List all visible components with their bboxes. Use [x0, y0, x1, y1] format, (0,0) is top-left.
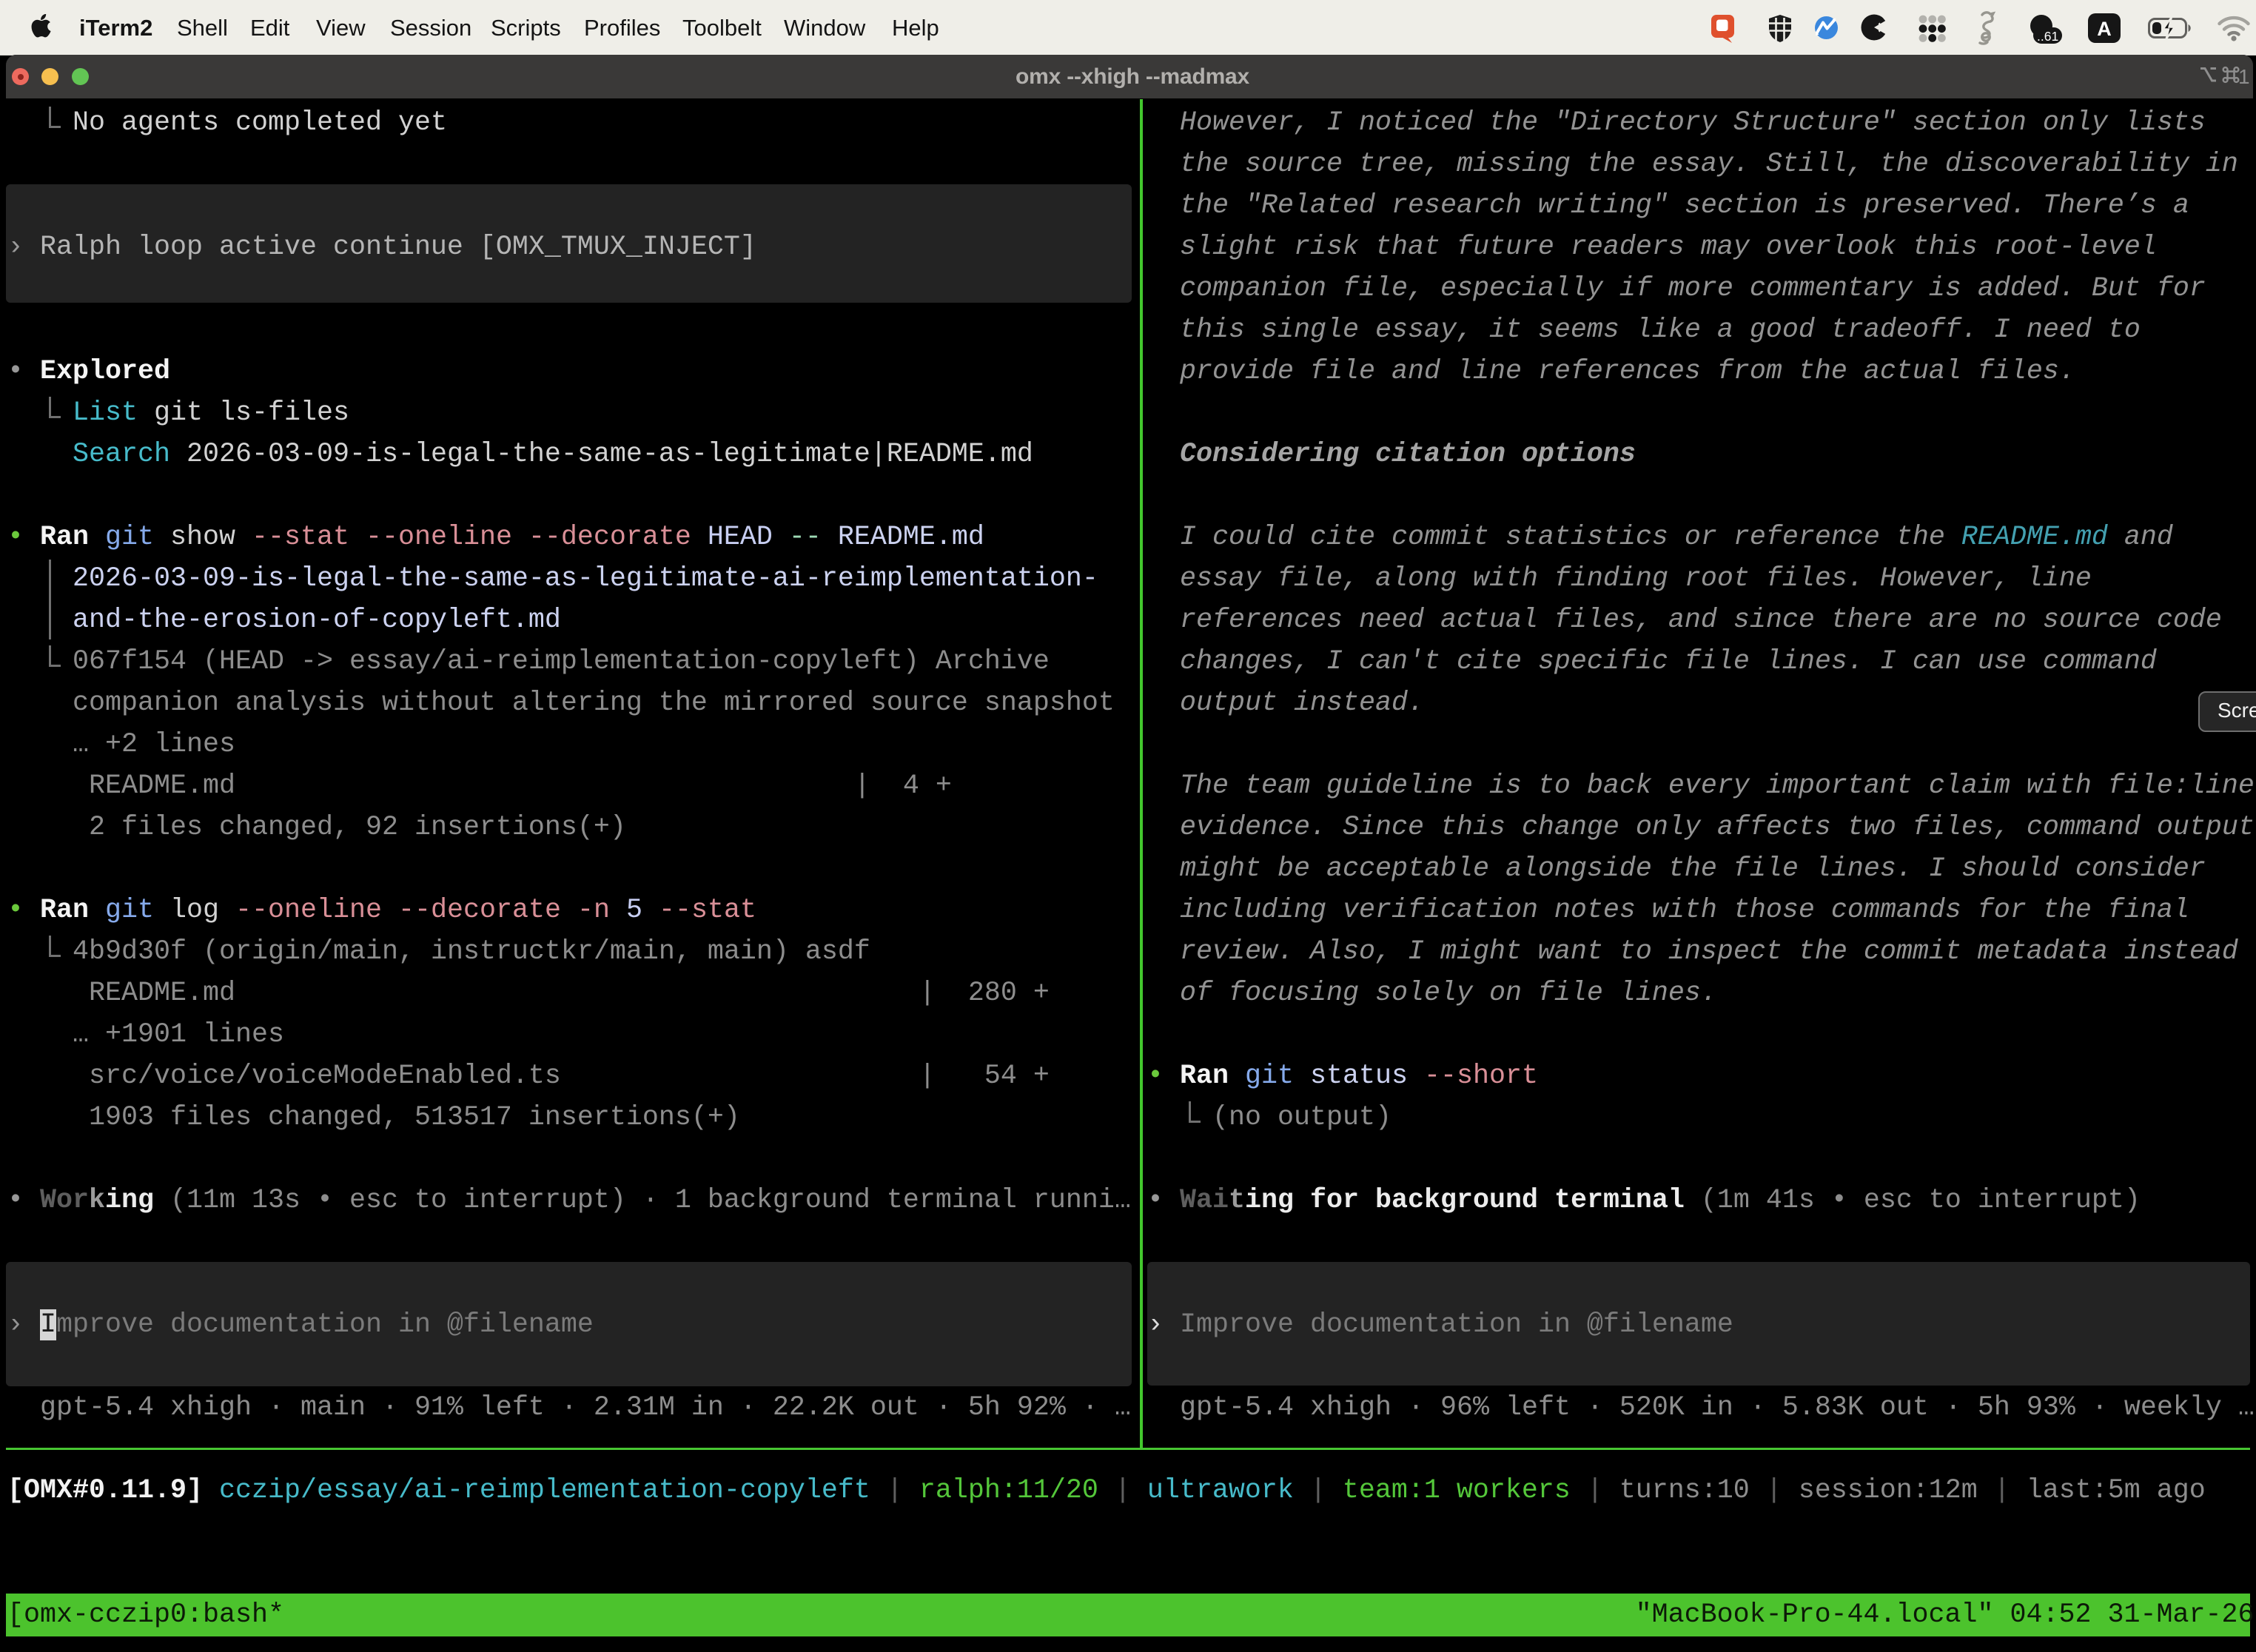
svg-text:..61: ..61: [2037, 29, 2058, 44]
svg-text:A: A: [2097, 18, 2112, 40]
